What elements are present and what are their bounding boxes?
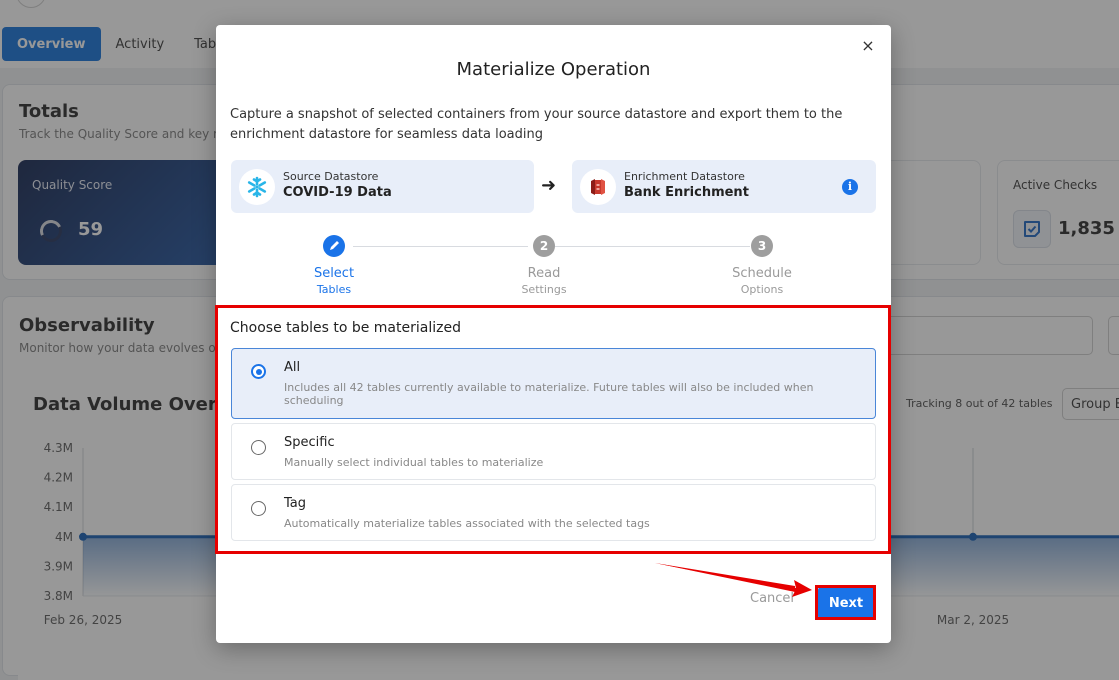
source-datastore-label: Source Datastore bbox=[283, 170, 379, 183]
source-datastore-name: COVID-19 Data bbox=[283, 185, 392, 200]
dialog-title: Materialize Operation bbox=[456, 59, 651, 80]
next-button-highlight-box bbox=[815, 585, 876, 620]
step-3-label: Schedule bbox=[732, 266, 792, 281]
info-icon[interactable]: i bbox=[842, 179, 858, 195]
enrichment-datastore-name: Bank Enrichment bbox=[624, 185, 749, 200]
step-2-circle[interactable]: 2 bbox=[533, 235, 555, 257]
step-2-label: Read bbox=[527, 266, 561, 281]
close-icon[interactable]: × bbox=[859, 37, 877, 55]
amazon-s3-icon bbox=[580, 169, 616, 205]
step-3-sublabel: Options bbox=[740, 283, 784, 296]
stepper: Select Tables 2 Read Settings 3 Schedule… bbox=[216, 235, 891, 300]
source-datastore-card: Source Datastore COVID-19 Data bbox=[231, 160, 534, 213]
step-2-sublabel: Settings bbox=[521, 283, 567, 296]
dialog-description: Capture a snapshot of selected container… bbox=[230, 107, 843, 142]
step-connector bbox=[555, 246, 750, 247]
step-3-circle[interactable]: 3 bbox=[751, 235, 773, 257]
enrichment-datastore-label: Enrichment Datastore bbox=[624, 170, 745, 183]
step-1-label: Select bbox=[313, 266, 355, 281]
options-highlight-box bbox=[215, 305, 891, 554]
step-connector bbox=[353, 246, 528, 247]
arrow-right-icon: ➜ bbox=[541, 175, 557, 196]
snowflake-icon bbox=[239, 169, 275, 205]
enrichment-datastore-card: Enrichment Datastore Bank Enrichment i bbox=[572, 160, 876, 213]
cancel-button[interactable]: Cancel bbox=[750, 591, 794, 606]
step-1-pencil-icon[interactable] bbox=[323, 235, 345, 257]
step-1-sublabel: Tables bbox=[316, 283, 352, 296]
